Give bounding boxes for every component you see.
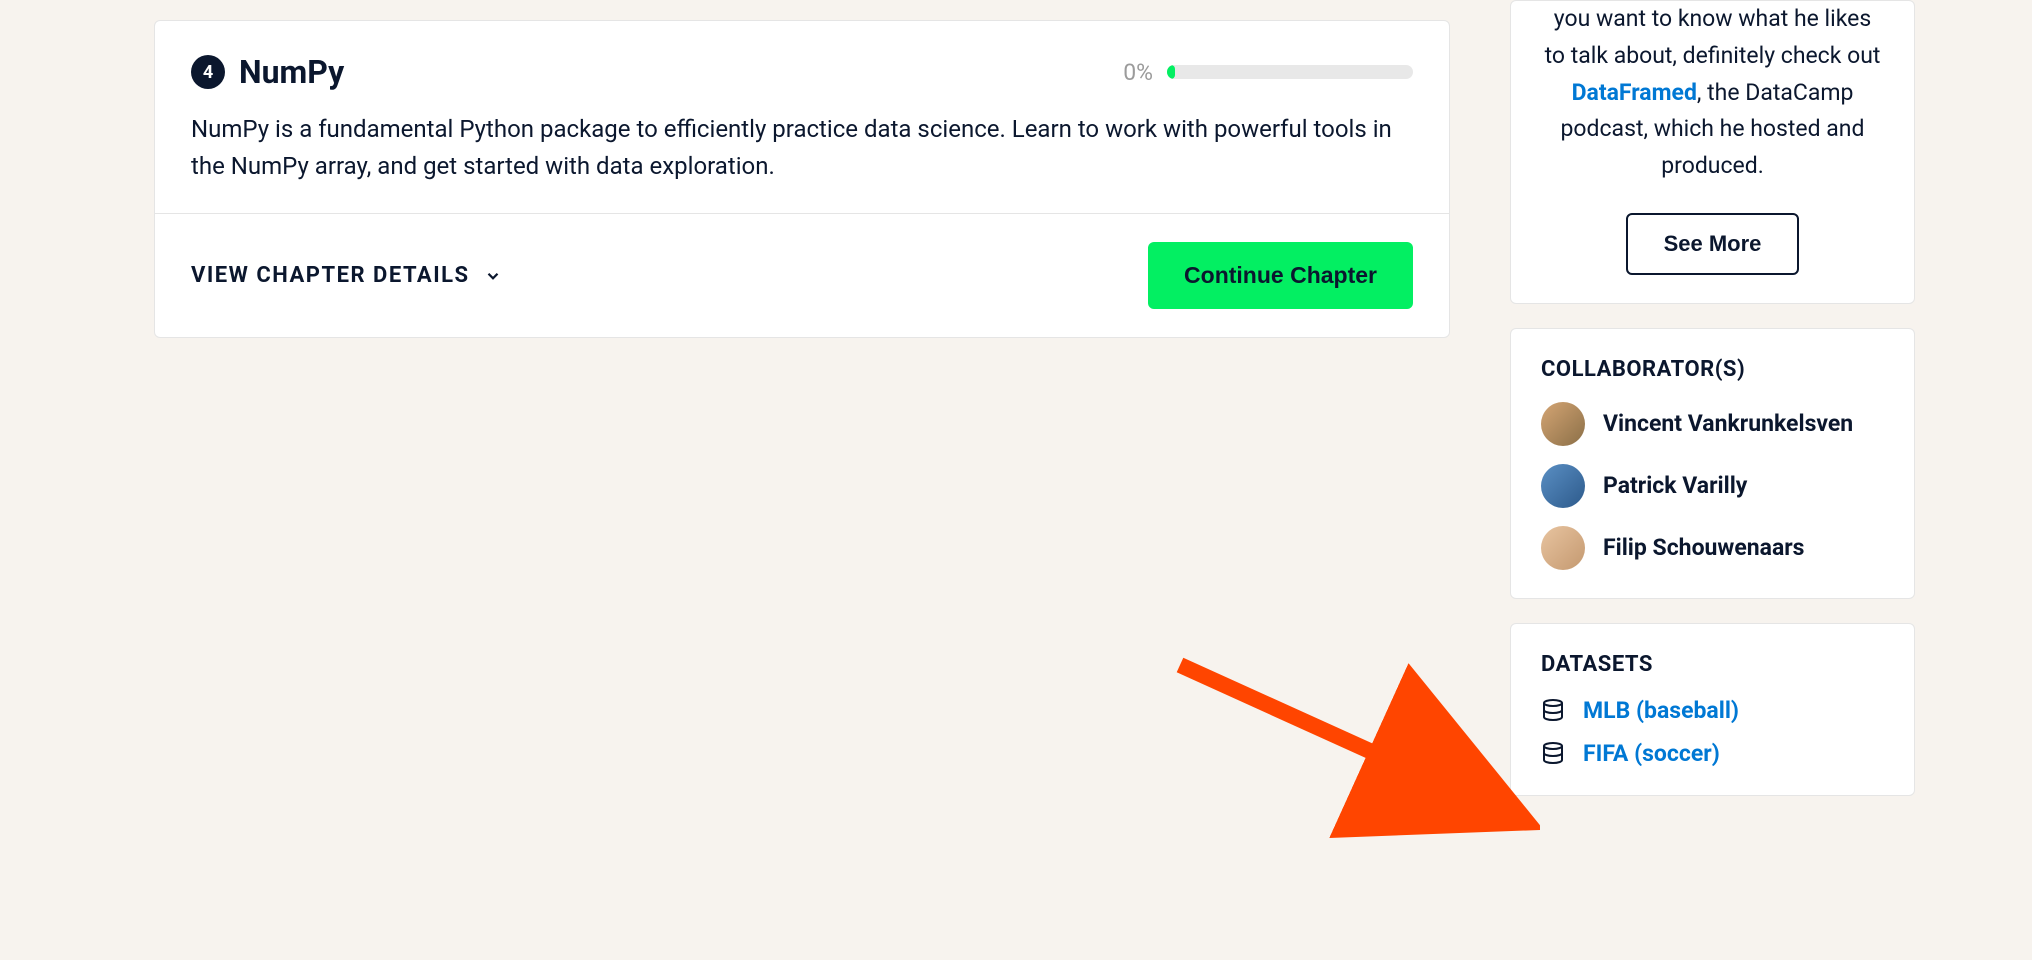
chevron-down-icon bbox=[484, 267, 502, 285]
continue-chapter-button[interactable]: Continue Chapter bbox=[1148, 242, 1413, 309]
avatar bbox=[1541, 526, 1585, 570]
collaborator-name: Filip Schouwenaars bbox=[1603, 533, 1805, 563]
datasets-heading: DATASETS bbox=[1541, 652, 1884, 677]
dataset-item: MLB (baseball) bbox=[1541, 697, 1884, 724]
chapter-footer: VIEW CHAPTER DETAILS Continue Chapter bbox=[155, 214, 1449, 337]
chapter-number-badge: 4 bbox=[191, 55, 225, 89]
chapter-card: 4 NumPy 0% NumPy is a fundamental Python… bbox=[154, 20, 1450, 338]
progress-percent: 0% bbox=[1123, 59, 1153, 86]
dataset-link-mlb[interactable]: MLB (baseball) bbox=[1583, 697, 1739, 724]
chapter-title-row: 4 NumPy 0% bbox=[191, 53, 1413, 91]
sidebar: you want to know what he likes to talk a… bbox=[1510, 0, 1915, 820]
dataset-link-fifa[interactable]: FIFA (soccer) bbox=[1583, 740, 1720, 767]
see-more-button[interactable]: See More bbox=[1626, 213, 1800, 275]
annotation-arrow bbox=[1160, 645, 1540, 845]
collaborator-item[interactable]: Vincent Vankrunkelsven bbox=[1541, 402, 1884, 446]
progress-fill bbox=[1167, 65, 1175, 79]
chapter-header: 4 NumPy 0% NumPy is a fundamental Python… bbox=[155, 21, 1449, 214]
database-icon bbox=[1541, 741, 1565, 765]
chapter-title-left: 4 NumPy bbox=[191, 53, 344, 91]
collaborator-name: Vincent Vankrunkelsven bbox=[1603, 409, 1853, 439]
collaborator-item[interactable]: Filip Schouwenaars bbox=[1541, 526, 1884, 570]
collaborator-item[interactable]: Patrick Varilly bbox=[1541, 464, 1884, 508]
chapter-description: NumPy is a fundamental Python package to… bbox=[191, 111, 1413, 185]
chapter-title: NumPy bbox=[239, 53, 344, 91]
avatar bbox=[1541, 402, 1585, 446]
bio-text: you want to know what he likes to talk a… bbox=[1541, 1, 1884, 185]
progress-bar bbox=[1167, 65, 1413, 79]
database-icon bbox=[1541, 698, 1565, 722]
avatar bbox=[1541, 464, 1585, 508]
view-chapter-details-button[interactable]: VIEW CHAPTER DETAILS bbox=[191, 263, 502, 288]
dataset-item: FIFA (soccer) bbox=[1541, 740, 1884, 767]
bio-card: you want to know what he likes to talk a… bbox=[1510, 0, 1915, 304]
datasets-card: DATASETS MLB (baseball) FIFA (soccer) bbox=[1510, 623, 1915, 796]
collaborator-name: Patrick Varilly bbox=[1603, 471, 1747, 501]
dataframed-link[interactable]: DataFramed bbox=[1572, 79, 1697, 106]
progress-area: 0% bbox=[1123, 59, 1413, 86]
collaborators-card: COLLABORATOR(S) Vincent Vankrunkelsven P… bbox=[1510, 328, 1915, 599]
collaborators-heading: COLLABORATOR(S) bbox=[1541, 357, 1884, 382]
bio-text-before: you want to know what he likes to talk a… bbox=[1545, 5, 1881, 69]
view-details-label: VIEW CHAPTER DETAILS bbox=[191, 263, 470, 288]
